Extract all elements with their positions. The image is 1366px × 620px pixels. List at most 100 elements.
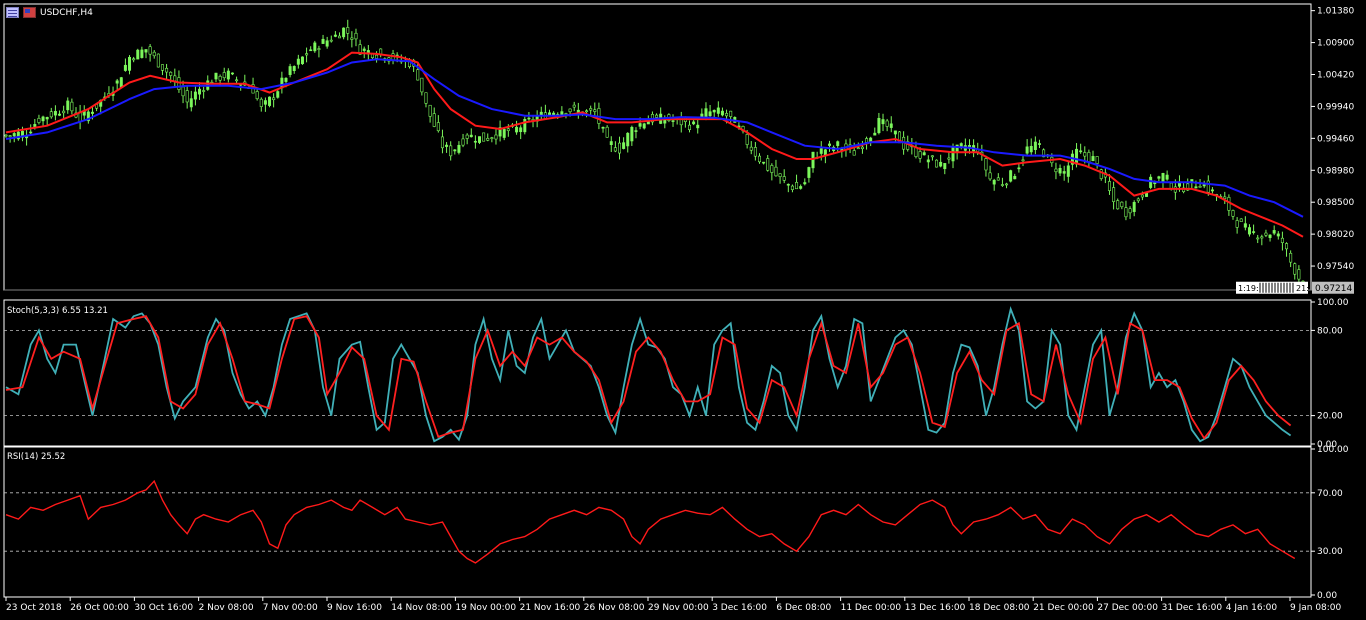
candle-body: [12, 133, 16, 137]
candle-body: [375, 54, 379, 59]
candle-body: [346, 27, 350, 34]
candle-body: [687, 124, 691, 130]
chart-window-icon[interactable]: [6, 7, 19, 18]
candle-body: [268, 96, 272, 106]
candle-body: [1062, 171, 1066, 174]
candle-body: [613, 147, 617, 152]
candle-body: [926, 159, 930, 163]
candle-body: [515, 126, 519, 133]
time-tick-label: 13 Dec 16:00: [905, 603, 966, 613]
candle-body: [354, 32, 358, 40]
price-tick-label: 1.01380: [1317, 7, 1354, 17]
candle-body: [852, 150, 856, 156]
candle-body: [144, 49, 148, 53]
candle-body: [1079, 150, 1083, 153]
candle-body: [1112, 187, 1116, 202]
candle-body: [757, 155, 761, 163]
candle-body: [996, 177, 1000, 181]
candle-body: [1157, 176, 1161, 179]
candle-body: [313, 42, 317, 52]
candle-body: [1140, 194, 1144, 198]
time-tick-label: 14 Nov 08:00: [391, 603, 452, 613]
trading-chart-window[interactable]: 1.01380 1.00900 1.00420 0.99940 0.99460 0.989…: [0, 0, 1366, 620]
flag-icon[interactable]: [23, 7, 36, 18]
time-tick-label: 30 Oct 16:00: [134, 603, 193, 613]
time-tick-label: 21 Dec 00:00: [1033, 603, 1094, 613]
chart-canvas[interactable]: 1.01380 1.00900 1.00420 0.99940 0.99460 0.989…: [0, 0, 1366, 620]
time-tick-label: 11 Dec 00:00: [841, 603, 902, 613]
candle-body: [263, 100, 267, 105]
candle-body: [626, 132, 630, 147]
candle-body: [140, 49, 144, 58]
candle-body: [766, 158, 770, 171]
time-tick-label: 9 Nov 16:00: [327, 603, 382, 613]
candle-body: [490, 137, 494, 139]
candle-body: [300, 56, 304, 65]
candle-body: [1037, 143, 1041, 145]
candle-body: [716, 107, 720, 114]
candle-body: [1206, 180, 1210, 193]
ma_fast-line: [5, 51, 1304, 238]
candle-body: [655, 114, 659, 118]
candle-body: [1058, 167, 1062, 174]
time-tick-label: 6 Dec 08:00: [776, 603, 831, 613]
price-tick-label: 0.98500: [1317, 198, 1354, 208]
candle-body: [548, 112, 552, 116]
candle-body: [1091, 156, 1095, 162]
candle-body: [445, 144, 449, 147]
candle-body: [795, 182, 799, 190]
candle-body: [284, 77, 288, 82]
candle-body: [1120, 201, 1124, 208]
main-line: [5, 306, 1292, 443]
candle-body: [634, 130, 638, 132]
mini-scroll-label-right: 21:: [1296, 284, 1309, 293]
candle-body: [494, 134, 498, 140]
candle-body: [692, 121, 696, 125]
candle-body: [321, 38, 325, 44]
candle-body: [1075, 148, 1079, 165]
candle-body: [198, 88, 202, 95]
candle-body: [1260, 236, 1264, 239]
candle-body: [259, 98, 263, 107]
candle-body: [214, 72, 218, 80]
candle-body: [770, 165, 774, 173]
price-tick-label: 0.98020: [1317, 230, 1354, 240]
candle-body: [62, 110, 66, 114]
candle-body: [90, 111, 94, 114]
candle-body: [202, 90, 206, 92]
candle-body: [58, 113, 62, 116]
candle-body: [325, 40, 329, 47]
candle-body: [1021, 159, 1025, 162]
candle-body: [638, 123, 642, 127]
candles-group: [4, 19, 1305, 293]
osc-tick-label: 30.00: [1317, 547, 1343, 557]
candle-body: [1136, 198, 1140, 202]
rsi-line: [5, 479, 1296, 564]
candle-body: [1145, 192, 1149, 197]
candle-body: [1264, 232, 1268, 236]
candle-body: [605, 126, 609, 138]
candle-body: [1272, 230, 1276, 234]
candle-body: [317, 48, 321, 50]
candle-body: [939, 161, 943, 167]
candle-body: [432, 113, 436, 127]
candle-body: [918, 151, 922, 159]
candle-body: [943, 163, 947, 170]
candle-body: [799, 186, 803, 189]
candle-body: [1285, 243, 1289, 250]
candle-body: [1293, 263, 1297, 275]
candle-body: [712, 109, 716, 113]
time-tick-label: 7 Nov 00:00: [263, 603, 318, 613]
candle-body: [272, 97, 276, 100]
candle-body: [1116, 200, 1120, 210]
candle-body: [276, 91, 280, 98]
candle-body: [1013, 176, 1017, 180]
candle-body: [790, 185, 794, 190]
candle-body: [593, 109, 597, 112]
pane-frame-0: [3, 3, 1312, 291]
candle-body: [729, 110, 733, 117]
candle-body: [66, 100, 70, 111]
candle-body: [704, 108, 708, 118]
osc-tick-label: 20.00: [1317, 412, 1343, 422]
candle-body: [296, 58, 300, 65]
